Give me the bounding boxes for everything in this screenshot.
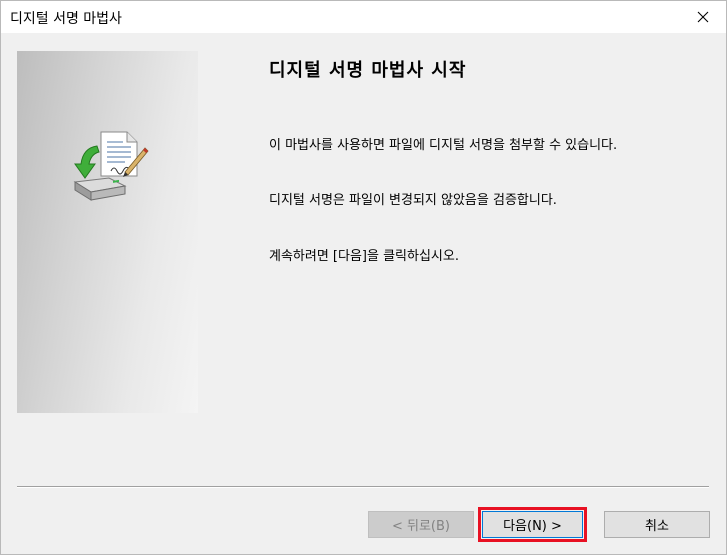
cancel-button[interactable]: 취소 [604,511,710,538]
wizard-window: 디지털 서명 마법사 디지털 서명 마법사 시작 이 마법사를 사용하면 파일에… [0,0,727,555]
wizard-body: 디지털 서명 마법사 시작 이 마법사를 사용하면 파일에 디지털 서명을 첨부… [1,33,726,554]
close-icon [697,11,709,23]
wizard-description: 이 마법사를 사용하면 파일에 디지털 서명을 첨부할 수 있습니다. [269,138,618,153]
document-sign-icon [73,131,149,201]
button-separator [17,486,709,488]
wizard-signature-info: 디지털 서명은 파일이 변경되지 않았음을 검증합니다. [269,193,557,208]
back-button[interactable]: < 뒤로(B) [368,511,474,538]
window-title: 디지털 서명 마법사 [10,11,122,27]
title-bar: 디지털 서명 마법사 [1,1,726,33]
side-banner [17,51,198,413]
next-button[interactable]: 다음(N) > [478,507,587,542]
wizard-continue-hint: 계속하려면 [다음]을 클릭하십시오. [269,249,459,264]
close-button[interactable] [680,1,726,33]
wizard-heading: 디지털 서명 마법사 시작 [269,60,467,81]
